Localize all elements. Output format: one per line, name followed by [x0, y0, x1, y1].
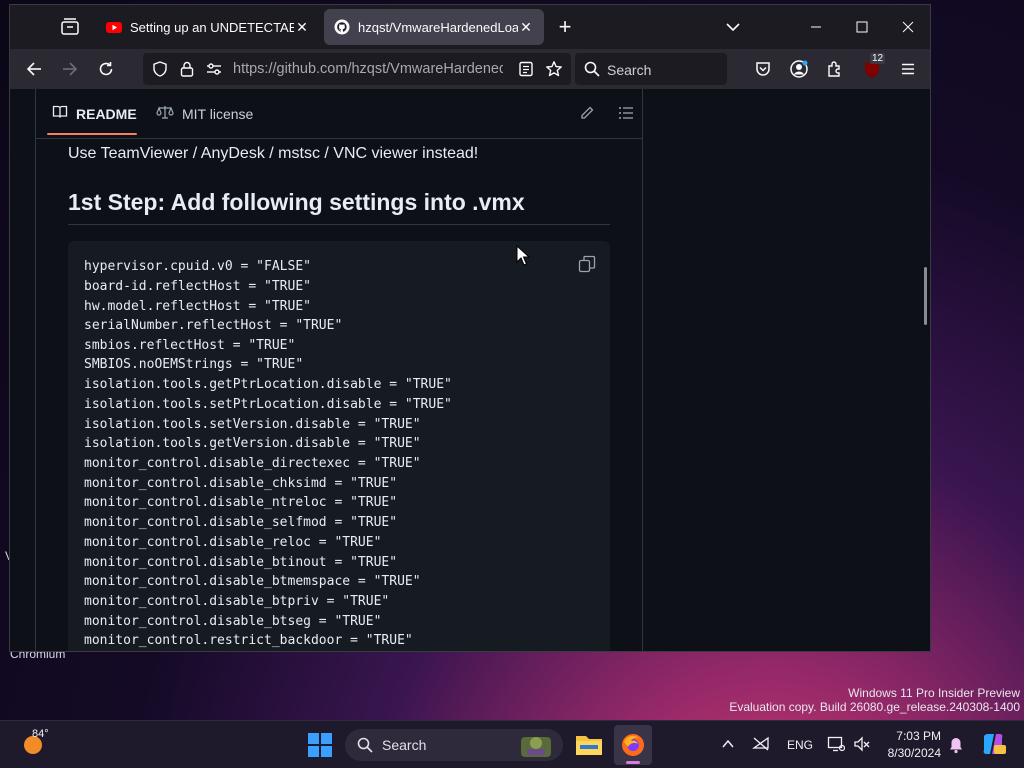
address-bar[interactable]: https://github.com/hzqst/VmwareHardenedL…: [143, 53, 571, 85]
code-line: isolation.tools.getVersion.disable = "TR…: [84, 436, 421, 451]
code-line: monitor_control.disable_selfmod = "TRUE": [84, 515, 398, 530]
new-tab-icon[interactable]: +: [555, 16, 575, 38]
book-icon: [52, 104, 68, 123]
forward-icon[interactable]: [56, 57, 84, 81]
shield-icon[interactable]: [151, 60, 169, 83]
close-tab-icon[interactable]: ✕: [518, 19, 534, 35]
youtube-icon: [106, 19, 122, 35]
weather-temp: 84°: [32, 728, 49, 740]
section-heading: 1st Step: Add following settings into .v…: [68, 189, 610, 225]
weather-widget[interactable]: 84°: [20, 728, 49, 762]
tab-title: hzqst/VmwareHardenedLoader: [358, 19, 518, 35]
page-content: README MIT license Use TeamViewer / AnyD…: [10, 89, 930, 651]
language-indicator[interactable]: ENG: [787, 738, 813, 752]
notification-bell-icon[interactable]: [948, 736, 964, 759]
permissions-icon[interactable]: [205, 61, 223, 82]
tab-github[interactable]: hzqst/VmwareHardenedLoader ✕: [324, 9, 544, 45]
reader-view-icon[interactable]: [518, 61, 534, 82]
account-icon[interactable]: [785, 57, 813, 81]
code-line: hypervisor.cpuid.v0 = "FALSE": [84, 259, 311, 274]
mouse-cursor-icon: [516, 244, 531, 272]
tab-strip: Setting up an UNDETECTABLE V ✕ hzqst/Vmw…: [10, 5, 930, 49]
search-bar[interactable]: Search: [575, 53, 727, 85]
windows-start-icon[interactable]: [307, 732, 333, 763]
taskbar: 84° Search ENG 7:03 PM 8/30/2024: [0, 720, 1024, 768]
taskbar-search[interactable]: Search: [345, 729, 563, 761]
page-scrollbar[interactable]: [924, 267, 927, 325]
clock[interactable]: 7:03 PM 8/30/2024: [885, 729, 941, 760]
code-line: board-id.reflectHost = "TRUE": [84, 279, 311, 294]
search-icon: [357, 737, 373, 758]
readme-panel: README MIT license Use TeamViewer / AnyD…: [35, 89, 643, 651]
code-line: monitor_control.disable_reloc = "TRUE": [84, 535, 382, 550]
watermark-line2: Evaluation copy. Build 26080.ge_release.…: [729, 700, 1020, 714]
pencil-edit-icon[interactable]: [579, 105, 595, 126]
extensions-icon[interactable]: [821, 57, 849, 81]
maximize-icon[interactable]: [839, 13, 885, 41]
url-text[interactable]: https://github.com/hzqst/VmwareHardenedL…: [233, 61, 503, 77]
code-line: smbios.reflectHost = "TRUE": [84, 338, 296, 353]
github-icon: [334, 19, 350, 35]
code-line: isolation.tools.setVersion.disable = "TR…: [84, 417, 421, 432]
browser-window: Setting up an UNDETECTABLE V ✕ hzqst/Vmw…: [9, 4, 931, 652]
extension-badge: 12: [870, 53, 886, 64]
search-placeholder: Search: [607, 62, 652, 78]
tab-youtube[interactable]: Setting up an UNDETECTABLE V ✕: [96, 9, 320, 45]
active-app-indicator: [626, 761, 640, 764]
list-all-tabs-icon[interactable]: [58, 16, 82, 38]
intro-paragraph: Use TeamViewer / AnyDesk / mstsc / VNC v…: [68, 145, 479, 162]
tab-license-label: MIT license: [182, 105, 254, 122]
code-line: hw.model.reflectHost = "TRUE": [84, 299, 311, 314]
tab-license[interactable]: MIT license: [156, 104, 253, 123]
code-line: monitor_control.disable_ntreloc = "TRUE": [84, 495, 398, 510]
taskbar-search-label: Search: [382, 737, 427, 753]
network-offline-icon[interactable]: [751, 736, 770, 757]
code-line: monitor_control.restrict_backdoor = "TRU…: [84, 633, 413, 648]
back-icon[interactable]: [20, 57, 48, 81]
ublock-icon[interactable]: 12: [858, 53, 886, 81]
clock-time: 7:03 PM: [896, 729, 941, 743]
file-explorer-icon[interactable]: [575, 731, 603, 762]
close-tab-icon[interactable]: ✕: [294, 19, 310, 35]
volume-muted-icon[interactable]: [853, 735, 871, 758]
chevron-down-icon[interactable]: [723, 17, 743, 37]
code-line: isolation.tools.getPtrLocation.disable =…: [84, 377, 452, 392]
pocket-icon[interactable]: [749, 57, 777, 81]
firefox-taskbar-button[interactable]: [614, 725, 652, 765]
minimize-icon[interactable]: [793, 13, 839, 41]
code-line: monitor_control.disable_btpriv = "TRUE": [84, 594, 390, 609]
lock-icon[interactable]: [179, 60, 195, 83]
chevron-up-icon[interactable]: [720, 737, 736, 756]
code-line: monitor_control.disable_btmemspace = "TR…: [84, 574, 421, 589]
copy-icon[interactable]: [578, 255, 596, 273]
code-line: monitor_control.disable_chksimd = "TRUE": [84, 476, 398, 491]
outline-list-icon[interactable]: [618, 105, 634, 126]
watermark-line1: Windows 11 Pro Insider Preview: [848, 686, 1020, 700]
navigation-toolbar: https://github.com/hzqst/VmwareHardenedL…: [10, 49, 930, 89]
tab-readme[interactable]: README: [52, 104, 137, 123]
code-line: monitor_control.disable_directexec = "TR…: [84, 456, 421, 471]
firefox-icon: [620, 732, 646, 763]
code-block: hypervisor.cpuid.v0 = "FALSE" board-id.r…: [68, 241, 610, 651]
reload-icon[interactable]: [92, 57, 120, 81]
code-line: SMBIOS.noOEMStrings = "TRUE": [84, 357, 304, 372]
tab-title: Setting up an UNDETECTABLE V: [130, 19, 294, 35]
copilot-icon[interactable]: [980, 731, 1006, 762]
code-line: monitor_control.disable_btseg = "TRUE": [84, 614, 382, 629]
windows-watermark: Windows 11 Pro Insider Preview Evaluatio…: [729, 686, 1020, 714]
code-line: isolation.tools.setPtrLocation.disable =…: [84, 397, 452, 412]
bookmark-star-icon[interactable]: [545, 60, 563, 83]
hamburger-menu-icon[interactable]: [894, 57, 922, 81]
code-line: serialNumber.reflectHost = "TRUE": [84, 318, 343, 333]
active-tab-underline: [47, 133, 137, 135]
law-scale-icon: [156, 104, 174, 123]
code-line: monitor_control.disable_btinout = "TRUE": [84, 555, 398, 570]
search-engine-icon[interactable]: [583, 60, 601, 83]
display-icon[interactable]: [827, 735, 846, 758]
readme-tab-bar: README MIT license: [36, 89, 642, 139]
clock-date: 8/30/2024: [887, 746, 941, 760]
search-highlight-icon: [517, 731, 555, 764]
close-window-icon[interactable]: [885, 13, 930, 41]
tab-readme-label: README: [76, 105, 137, 122]
